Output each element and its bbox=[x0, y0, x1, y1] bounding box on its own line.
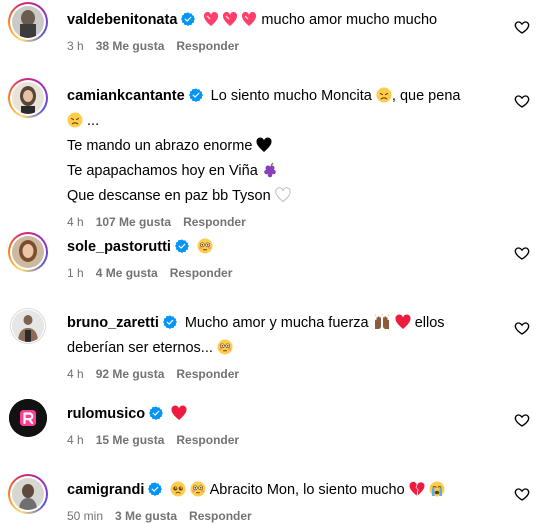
likes-count[interactable]: 38 Me gusta bbox=[96, 39, 165, 53]
avatar[interactable] bbox=[12, 82, 44, 114]
verified-badge-icon bbox=[149, 406, 164, 420]
comment-valdebenitonata: valdebenitonata mucho amor mucho mucho 3… bbox=[0, 0, 542, 70]
likes-count[interactable]: 4 Me gusta bbox=[96, 266, 158, 280]
heart-outline-icon[interactable] bbox=[514, 93, 530, 109]
reply-button[interactable]: Responder bbox=[176, 367, 239, 381]
comment-text: , que pena bbox=[391, 88, 461, 104]
avatar-ring[interactable] bbox=[8, 232, 48, 272]
sad-face-emoji bbox=[67, 112, 83, 135]
comment-text: Te apapachamos hoy en Viña bbox=[67, 163, 258, 179]
comment-time[interactable]: 4 h bbox=[67, 215, 84, 229]
comment-text: ... bbox=[87, 113, 100, 129]
comment-rulomusico: rulomusico 4 h 15 Me gusta Responder bbox=[0, 396, 542, 456]
likes-count[interactable]: 15 Me gusta bbox=[96, 433, 165, 447]
comment-text: Mucho amor y mucha fuerza bbox=[184, 315, 369, 331]
comment-time[interactable]: 4 h bbox=[67, 433, 84, 447]
reply-button[interactable]: Responder bbox=[176, 39, 239, 53]
comment-camigrandi: camigrandi Abracito Mon, lo siento mucho… bbox=[0, 472, 542, 525]
comment-camiankcantante: camiankcantante Lo siento mucho Moncita ,… bbox=[0, 74, 542, 229]
likes-count[interactable]: 3 Me gusta bbox=[115, 509, 177, 523]
verified-badge-icon bbox=[174, 239, 189, 253]
avatar[interactable] bbox=[9, 399, 47, 437]
red-heart-emoji bbox=[171, 405, 187, 428]
username[interactable]: camigrandi bbox=[67, 482, 144, 498]
black-heart-emoji bbox=[256, 137, 272, 160]
heart-ribbon-emoji bbox=[203, 11, 257, 34]
username[interactable]: valdebenitonata bbox=[67, 12, 177, 28]
flushed-face-emoji bbox=[190, 481, 206, 504]
avatar-ring[interactable] bbox=[8, 398, 48, 438]
comment-text: mucho amor mucho mucho bbox=[261, 12, 438, 28]
comment-time[interactable]: 50 min bbox=[67, 509, 103, 523]
white-heart-emoji bbox=[275, 187, 291, 210]
grapes-emoji bbox=[262, 162, 278, 185]
comment-text: Que descanse en paz bb Tyson bbox=[67, 188, 271, 204]
username[interactable]: sole_pastorutti bbox=[67, 239, 171, 255]
comment-text: Lo siento mucho Moncita bbox=[210, 88, 372, 104]
username[interactable]: camiankcantante bbox=[67, 88, 185, 104]
comment-bruno_zaretti: bruno_zaretti Mucho amor y mucha fuerza e… bbox=[0, 302, 542, 386]
avatar-ring[interactable] bbox=[8, 474, 48, 514]
verified-badge-icon bbox=[162, 315, 177, 329]
heart-outline-icon[interactable] bbox=[514, 486, 530, 502]
heart-outline-icon[interactable] bbox=[514, 320, 530, 336]
comment-text: Te mando un abrazo enorme bbox=[67, 138, 253, 154]
avatar-ring[interactable] bbox=[8, 306, 48, 346]
comment-text: Abracito Mon, lo siento mucho bbox=[209, 482, 405, 498]
likes-count[interactable]: 92 Me gusta bbox=[96, 367, 165, 381]
comment-sole_pastorutti: sole_pastorutti 1 h 4 Me gusta Responder bbox=[0, 228, 542, 288]
verified-badge-icon bbox=[188, 88, 203, 102]
crying-face-emoji bbox=[429, 481, 445, 504]
sad-face-emoji bbox=[376, 87, 392, 110]
reply-button[interactable]: Responder bbox=[183, 215, 246, 229]
username[interactable]: bruno_zaretti bbox=[67, 315, 159, 331]
avatar-ring[interactable] bbox=[8, 78, 48, 118]
flushed-face-emoji bbox=[197, 238, 213, 261]
broken-heart-emoji bbox=[409, 481, 425, 504]
avatar[interactable] bbox=[12, 478, 44, 510]
heart-outline-icon[interactable] bbox=[514, 19, 530, 35]
red-heart-emoji bbox=[395, 314, 411, 337]
avatar[interactable] bbox=[12, 6, 44, 38]
heart-outline-icon[interactable] bbox=[514, 412, 530, 428]
avatar-ring[interactable] bbox=[8, 2, 48, 42]
likes-count[interactable]: 107 Me gusta bbox=[96, 215, 171, 229]
reply-button[interactable]: Responder bbox=[176, 433, 239, 447]
avatar[interactable] bbox=[12, 236, 44, 268]
pleading-face-emoji bbox=[170, 481, 186, 504]
username[interactable]: rulomusico bbox=[67, 406, 145, 422]
flushed-face-emoji bbox=[217, 339, 233, 362]
comment-text: ellos bbox=[414, 315, 445, 331]
reply-button[interactable]: Responder bbox=[189, 509, 252, 523]
comment-text: deberían ser eternos... bbox=[67, 340, 213, 356]
verified-badge-icon bbox=[181, 12, 196, 26]
verified-badge-icon bbox=[148, 482, 163, 496]
reply-button[interactable]: Responder bbox=[170, 266, 233, 280]
avatar[interactable] bbox=[12, 310, 44, 342]
comment-time[interactable]: 4 h bbox=[67, 367, 84, 381]
raised-hands-emoji bbox=[373, 314, 391, 337]
comment-time[interactable]: 1 h bbox=[67, 266, 84, 280]
heart-outline-icon[interactable] bbox=[514, 245, 530, 261]
comment-time[interactable]: 3 h bbox=[67, 39, 84, 53]
